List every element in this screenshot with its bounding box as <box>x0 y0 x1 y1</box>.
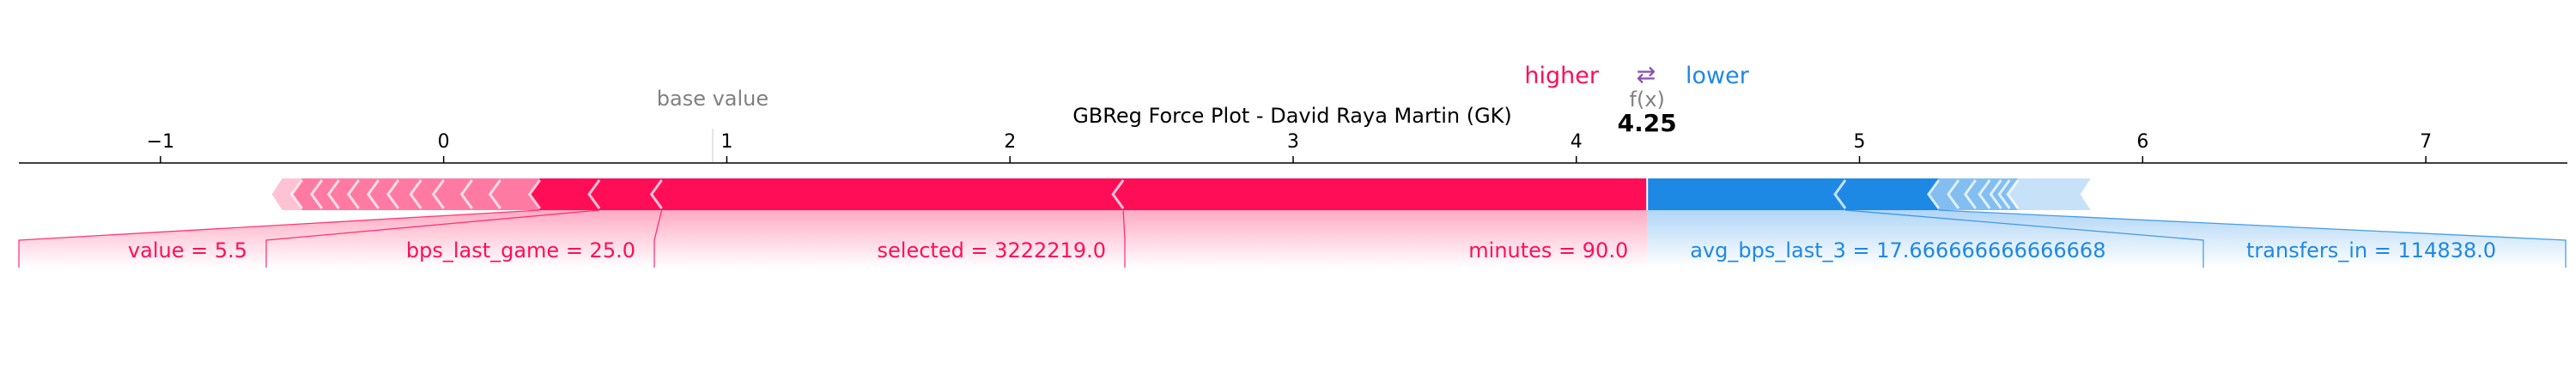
x-tick-label: 2 <box>1004 131 1016 153</box>
positive-feature-label: value = 5.5 <box>128 238 247 262</box>
x-tick-label: 5 <box>1854 131 1866 153</box>
fx-label: f(x) <box>1630 87 1665 112</box>
force-plot-svg: GBReg Force Plot - David Raya Martin (GK… <box>18 62 2567 268</box>
fx-value: 4.25 <box>1618 109 1677 137</box>
force-plot: GBReg Force Plot - David Raya Martin (GK… <box>0 0 2576 386</box>
x-tick-label: 7 <box>2420 131 2432 153</box>
legend: higher ⇄ lower <box>1524 62 1749 89</box>
x-tick-label: 0 <box>438 131 450 153</box>
x-tick-label: −1 <box>147 131 174 153</box>
positive-feature-bar <box>1113 178 1648 210</box>
negative-feature-bar <box>1835 178 1939 210</box>
swap-arrows-icon: ⇄ <box>1637 62 1656 88</box>
legend-lower: lower <box>1686 63 1750 89</box>
negative-feature-bar <box>1647 178 1846 210</box>
negative-feature-bar <box>2008 178 2091 210</box>
positive-feature-bar <box>651 178 1124 210</box>
negative-feature-label: avg_bps_last_3 = 17.666666666666668 <box>1690 238 2105 262</box>
positive-feature-label: minutes = 90.0 <box>1468 238 1628 262</box>
x-tick-label: 3 <box>1287 131 1299 153</box>
positive-feature-label: bps_last_game = 25.0 <box>406 238 635 262</box>
x-tick-label: 1 <box>720 131 732 153</box>
x-tick-label: 6 <box>2136 131 2148 153</box>
positive-feature-label: selected = 3222219.0 <box>878 238 1106 262</box>
chart-title: GBReg Force Plot - David Raya Martin (GK… <box>1072 104 1512 128</box>
base-value-label: base value <box>657 87 769 111</box>
x-tick-label: 4 <box>1571 131 1583 153</box>
negative-feature-label: transfers_in = 114838.0 <box>2246 238 2496 262</box>
legend-higher: higher <box>1524 63 1599 89</box>
